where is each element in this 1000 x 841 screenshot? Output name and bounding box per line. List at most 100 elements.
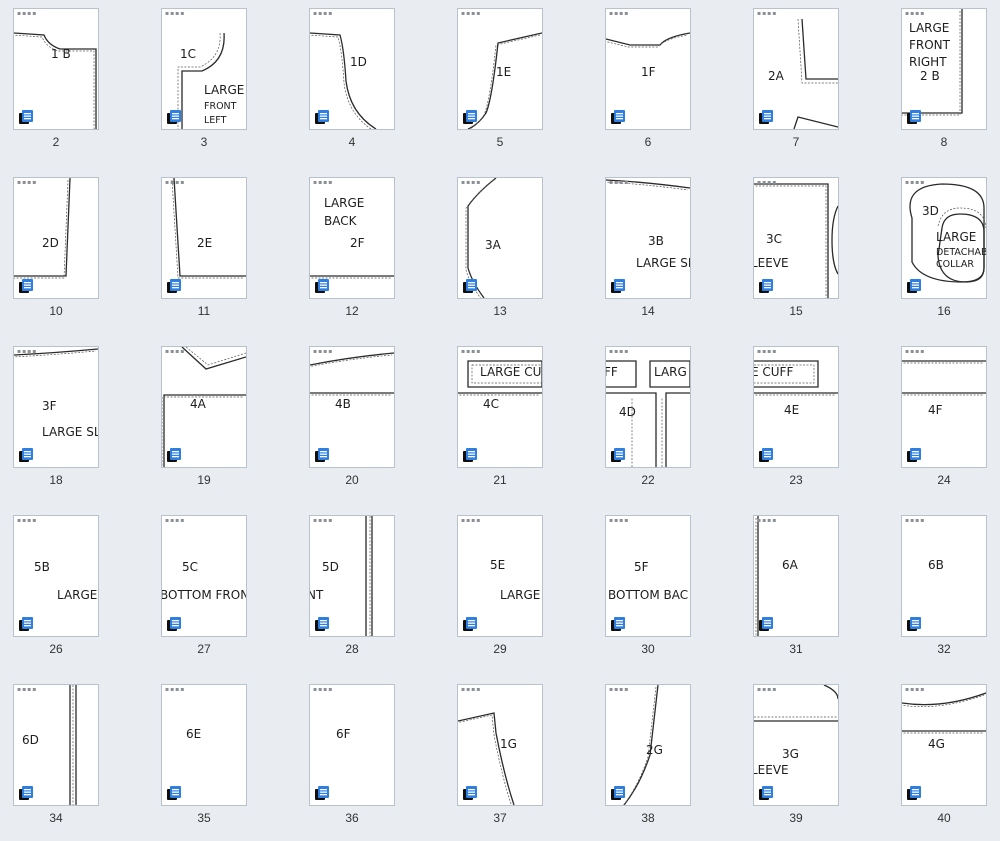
- page-thumbnail[interactable]: ▪▪▪▪ 1E 5: [444, 0, 584, 165]
- page-preview[interactable]: ▪▪▪▪ 3B LARGE SL: [605, 177, 691, 299]
- page-number: 22: [641, 473, 655, 487]
- page-thumbnail[interactable]: ▪▪▪▪ 5B LARGE 26: [0, 507, 140, 672]
- page-thumbnail[interactable]: ▪▪▪▪ 1F 6: [592, 0, 732, 165]
- page-number: 2: [52, 135, 60, 149]
- page-thumbnail[interactable]: ▪▪▪▪ 6B 32: [888, 507, 1000, 672]
- page-preview[interactable]: ▪▪▪▪ 1E: [457, 8, 543, 130]
- page-marker-dots: ▪▪▪▪: [609, 348, 630, 355]
- page-preview[interactable]: ▪▪▪▪ 3A: [457, 177, 543, 299]
- page-preview[interactable]: ▪▪▪▪ 5D NT: [309, 515, 395, 637]
- page-preview[interactable]: ▪▪▪▪ E CUFF 4E: [753, 346, 839, 468]
- page-preview[interactable]: ▪▪▪▪ FF LARG 4D: [605, 346, 691, 468]
- page-number: 38: [641, 811, 655, 825]
- page-preview[interactable]: ▪▪▪▪ 4G: [901, 684, 987, 806]
- page-preview[interactable]: ▪▪▪▪ 1F: [605, 8, 691, 130]
- piece-label: COLLAR: [936, 259, 975, 270]
- page-thumbnail[interactable]: ▪▪▪▪ 1D 4: [296, 0, 436, 165]
- page-preview[interactable]: ▪▪▪▪ 3G LEEVE: [753, 684, 839, 806]
- page-thumbnail[interactable]: ▪▪▪▪ 2E 11: [148, 169, 288, 334]
- document-stack-icon: [611, 786, 625, 800]
- page-thumbnail[interactable]: ▪▪▪▪ 4G 40: [888, 676, 1000, 841]
- page-preview[interactable]: ▪▪▪▪ 6F: [309, 684, 395, 806]
- page-preview[interactable]: ▪▪▪▪ 4A: [161, 346, 247, 468]
- piece-label: 1E: [496, 65, 512, 79]
- page-preview[interactable]: ▪▪▪▪ LARGE FRONT RIGHT 2 B: [901, 8, 987, 130]
- page-marker-dots: ▪▪▪▪: [609, 517, 630, 524]
- page-thumbnail[interactable]: ▪▪▪▪ 5E LARGE 29: [444, 507, 584, 672]
- piece-label: BOTTOM BAC: [608, 588, 689, 602]
- page-number: 16: [937, 304, 951, 318]
- page-preview[interactable]: ▪▪▪▪ 2D: [13, 177, 99, 299]
- page-thumbnail[interactable]: ▪▪▪▪ 3D LARGE DETACHAB COLLAR 16: [888, 169, 1000, 334]
- piece-label: FRONT: [204, 101, 237, 112]
- page-preview[interactable]: ▪▪▪▪ 3C LEEVE: [753, 177, 839, 299]
- page-thumbnail[interactable]: ▪▪▪▪ 3F LARGE SL 18: [0, 338, 140, 503]
- page-thumbnail[interactable]: ▪▪▪▪ E CUFF 4E 23: [740, 338, 880, 503]
- page-preview[interactable]: ▪▪▪▪ 1G: [457, 684, 543, 806]
- page-thumbnail[interactable]: ▪▪▪▪ 2D 10: [0, 169, 140, 334]
- page-preview[interactable]: ▪▪▪▪ 2A: [753, 8, 839, 130]
- page-preview[interactable]: ▪▪▪▪ LARGE BACK 2F: [309, 177, 395, 299]
- page-number: 40: [937, 811, 951, 825]
- page-thumbnail[interactable]: ▪▪▪▪ 2G 38: [592, 676, 732, 841]
- page-preview[interactable]: ▪▪▪▪ 6E: [161, 684, 247, 806]
- page-preview[interactable]: ▪▪▪▪ 6A: [753, 515, 839, 637]
- page-preview[interactable]: ▪▪▪▪ 1D: [309, 8, 395, 130]
- page-marker-dots: ▪▪▪▪: [165, 10, 186, 17]
- page-thumbnail[interactable]: ▪▪▪▪ 1G 37: [444, 676, 584, 841]
- piece-label: 4B: [335, 397, 351, 411]
- page-thumbnail[interactable]: ▪▪▪▪ 3B LARGE SL 14: [592, 169, 732, 334]
- page-thumbnail[interactable]: ▪▪▪▪ LARGE FRONT RIGHT 2 B 8: [888, 0, 1000, 165]
- page-thumbnail[interactable]: ▪▪▪▪ 5C BOTTOM FRON 27: [148, 507, 288, 672]
- page-preview[interactable]: ▪▪▪▪ 5E LARGE: [457, 515, 543, 637]
- page-thumbnail[interactable]: ▪▪▪▪ 6F 36: [296, 676, 436, 841]
- page-number: 20: [345, 473, 359, 487]
- page-preview[interactable]: ▪▪▪▪ 5C BOTTOM FRON: [161, 515, 247, 637]
- page-thumbnail[interactable]: ▪▪▪▪ 6D 34: [0, 676, 140, 841]
- document-stack-icon: [907, 448, 921, 462]
- page-thumbnail[interactable]: ▪▪▪▪ 5D NT 28: [296, 507, 436, 672]
- page-number: 5: [496, 135, 504, 149]
- page-preview[interactable]: ▪▪▪▪ 1 B: [13, 8, 99, 130]
- page-thumbnail[interactable]: ▪▪▪▪ 4F 24: [888, 338, 1000, 503]
- page-marker-dots: ▪▪▪▪: [609, 686, 630, 693]
- page-thumbnail[interactable]: ▪▪▪▪ LARGE CUF 4C 21: [444, 338, 584, 503]
- page-thumbnail[interactable]: ▪▪▪▪ FF LARG 4D 22: [592, 338, 732, 503]
- page-preview[interactable]: ▪▪▪▪ 4F: [901, 346, 987, 468]
- page-marker-dots: ▪▪▪▪: [461, 348, 482, 355]
- page-preview[interactable]: ▪▪▪▪ 1C LARGE FRONT LEFT: [161, 8, 247, 130]
- document-stack-icon: [19, 786, 33, 800]
- page-preview[interactable]: ▪▪▪▪ 5F BOTTOM BAC: [605, 515, 691, 637]
- page-thumbnail[interactable]: ▪▪▪▪ 4A 19: [148, 338, 288, 503]
- document-stack-icon: [463, 786, 477, 800]
- page-preview[interactable]: ▪▪▪▪ 3F LARGE SL: [13, 346, 99, 468]
- page-preview[interactable]: ▪▪▪▪ 4B: [309, 346, 395, 468]
- page-thumbnail[interactable]: ▪▪▪▪ 5F BOTTOM BAC 30: [592, 507, 732, 672]
- document-stack-icon: [611, 110, 625, 124]
- document-stack-icon: [19, 448, 33, 462]
- page-preview[interactable]: ▪▪▪▪ 6D: [13, 684, 99, 806]
- page-preview[interactable]: ▪▪▪▪ LARGE CUF 4C: [457, 346, 543, 468]
- page-preview[interactable]: ▪▪▪▪ 6B: [901, 515, 987, 637]
- page-preview[interactable]: ▪▪▪▪ 2E: [161, 177, 247, 299]
- page-thumbnail[interactable]: ▪▪▪▪ 6A 31: [740, 507, 880, 672]
- page-thumbnail[interactable]: ▪▪▪▪ 3G LEEVE 39: [740, 676, 880, 841]
- piece-label: 2F: [350, 236, 365, 250]
- page-number: 13: [493, 304, 507, 318]
- page-thumbnail[interactable]: ▪▪▪▪ 1 B 2: [0, 0, 140, 165]
- piece-label: 4F: [928, 403, 943, 417]
- page-thumbnail[interactable]: ▪▪▪▪ 3C LEEVE 15: [740, 169, 880, 334]
- page-thumbnail[interactable]: ▪▪▪▪ 1C LARGE FRONT LEFT 3: [148, 0, 288, 165]
- page-marker-dots: ▪▪▪▪: [17, 348, 38, 355]
- page-number: 37: [493, 811, 507, 825]
- page-thumbnail[interactable]: ▪▪▪▪ LARGE BACK 2F 12: [296, 169, 436, 334]
- page-preview[interactable]: ▪▪▪▪ 3D LARGE DETACHAB COLLAR: [901, 177, 987, 299]
- page-preview[interactable]: ▪▪▪▪ 5B LARGE: [13, 515, 99, 637]
- page-thumbnail[interactable]: ▪▪▪▪ 2A 7: [740, 0, 880, 165]
- page-thumbnail[interactable]: ▪▪▪▪ 6E 35: [148, 676, 288, 841]
- page-thumbnail[interactable]: ▪▪▪▪ 3A 13: [444, 169, 584, 334]
- page-preview[interactable]: ▪▪▪▪ 2G: [605, 684, 691, 806]
- page-thumbnail[interactable]: ▪▪▪▪ 4B 20: [296, 338, 436, 503]
- page-number: 24: [937, 473, 951, 487]
- page-number: 12: [345, 304, 359, 318]
